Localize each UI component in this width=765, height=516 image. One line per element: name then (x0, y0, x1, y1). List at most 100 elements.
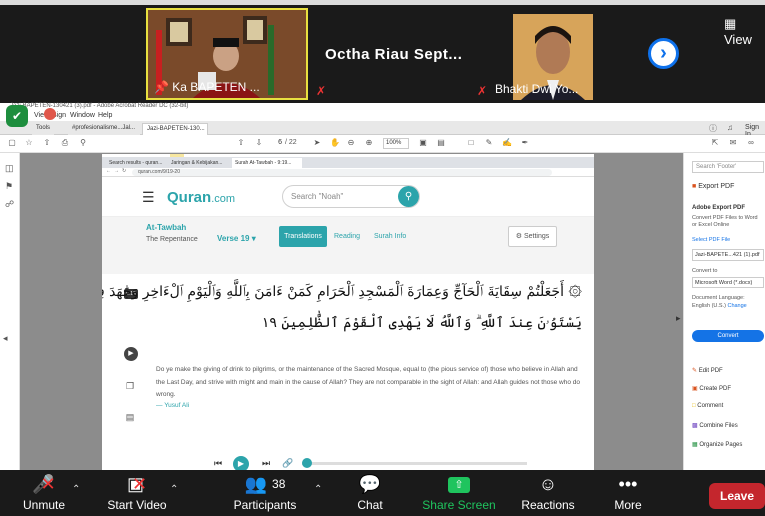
participants-button[interactable]: 👥 38 Participants (230, 470, 300, 516)
scroll-icon[interactable]: ▤ (436, 138, 446, 148)
unmute-button[interactable]: 🎤✕ Unmute (18, 470, 70, 516)
tab-document-2[interactable]: Jazi-BAPETEN-130... (142, 123, 208, 135)
hand-icon[interactable]: ✋ (330, 138, 340, 148)
more-button[interactable]: ••• More (608, 470, 648, 516)
pages-icon[interactable]: ◫ (5, 163, 14, 174)
participant-tile-1[interactable]: 📌 Ka BAPETEN ... ✗ (146, 8, 308, 100)
link-icon[interactable]: ∞ (746, 138, 756, 148)
upload-icon[interactable]: ⇧ (42, 138, 52, 148)
home-icon[interactable]: ▢ (7, 138, 17, 148)
select-file-link[interactable]: Select PDF File (692, 237, 730, 243)
share-icon[interactable]: ⇱ (710, 138, 720, 148)
shield-icon[interactable]: ✔ (6, 105, 28, 127)
search-input[interactable]: Search "Noah" ⚲ (282, 185, 420, 208)
back-icon[interactable]: ← (106, 168, 111, 174)
zoom-select[interactable]: 100% (383, 138, 409, 149)
participant-tile-3[interactable]: ✗ Bhakti Dwi Yo... (473, 8, 598, 100)
file-select[interactable]: Jazi-BAPETE...421 (1).pdf (692, 249, 764, 261)
translator-name[interactable]: — Yusuf Ali (156, 402, 189, 409)
tab-translations[interactable]: Translations (279, 226, 327, 247)
tab-document-1[interactable]: #profesionalisme...Jal... (68, 123, 140, 135)
link-icon[interactable]: 🔗 (282, 458, 293, 469)
next-page-button[interactable]: › (648, 38, 679, 69)
sign-icon[interactable]: ✒ (520, 138, 530, 148)
quran-logo[interactable]: Quran.com (167, 189, 235, 206)
search-icon[interactable]: ⚲ (78, 138, 88, 148)
pen-icon[interactable]: ✎ (484, 138, 494, 148)
video-options-caret[interactable]: ⌃ (170, 484, 178, 495)
doc-language-label: Document Language: (692, 295, 745, 301)
doc-language: English (U.S.) (692, 303, 726, 309)
comment-icon[interactable]: □ (466, 138, 476, 148)
search-icon[interactable]: ⚲ (398, 186, 419, 207)
tool-edit-pdf[interactable]: ✎ Edit PDF (692, 367, 723, 374)
page-number-input[interactable]: 6 (270, 139, 282, 146)
arabic-verse-line-2: يَسْتَوُۥنَ عِندَ ٱللَّهِ ۗ وَٱللَّهُ لَ… (261, 315, 582, 331)
expand-right-icon[interactable]: ▸ (676, 313, 681, 324)
page-up-icon[interactable]: ⇧ (236, 138, 246, 148)
mail-icon[interactable]: ✉ (728, 138, 738, 148)
menu-window[interactable]: Window (70, 112, 95, 119)
menu-help[interactable]: Help (98, 112, 112, 119)
format-select[interactable]: Microsoft Word (*.docx) (692, 277, 764, 288)
participants-options-caret[interactable]: ⌃ (314, 484, 322, 495)
page-down-icon[interactable]: ⇩ (254, 138, 264, 148)
fit-page-icon[interactable]: ▣ (418, 138, 428, 148)
bell-icon[interactable]: ♫ (727, 123, 733, 132)
audio-options-caret[interactable]: ⌃ (72, 484, 80, 495)
tab-reading[interactable]: Reading (334, 233, 360, 240)
forward-icon[interactable]: → (114, 168, 119, 174)
surah-name[interactable]: At-Tawbah (146, 223, 186, 232)
record-icon[interactable] (44, 108, 56, 120)
zoom-in-icon[interactable]: ⊕ (364, 138, 374, 148)
browser-tab[interactable]: Jaringan & Kebijakan... (168, 158, 228, 168)
tools-search-input[interactable]: Search 'Footer' (692, 161, 764, 173)
acrobat-toolbar: ▢ ☆ ⇧ ⎙ ⚲ ⇧ ⇩ 6 / 22 ➤ ✋ ⊖ ⊕ 100% ▣ ▤ □ … (0, 135, 765, 153)
print-icon[interactable]: ⎙ (60, 138, 70, 148)
start-video-button[interactable]: ▣✕ Start Video (104, 470, 170, 516)
attachment-icon[interactable]: ☍ (5, 199, 14, 210)
menu-icon[interactable]: ☰ (142, 189, 155, 206)
tab-surah-info[interactable]: Surah Info (374, 233, 406, 240)
reload-icon[interactable]: ↻ (122, 168, 126, 174)
chat-button[interactable]: 💬 Chat (350, 470, 390, 516)
play-icon[interactable]: ▶ (124, 347, 138, 361)
browser-tab-active[interactable]: Surah At-Tawbah - 9:19... (232, 158, 302, 168)
reactions-button[interactable]: ☺ Reactions (518, 470, 578, 516)
cursor-icon[interactable]: ➤ (312, 138, 322, 148)
audio-progress-track[interactable] (302, 462, 527, 465)
tafsir-icon[interactable]: ▤ (124, 411, 136, 423)
browser-address-bar: ← → ↻ quran.com/9/19-20 (102, 168, 594, 177)
help-icon[interactable]: ⓘ (709, 123, 717, 134)
highlight-icon[interactable]: ✍ (502, 138, 512, 148)
tool-organize-pages[interactable]: ▦ Organize Pages (692, 441, 742, 448)
browser-tab[interactable]: Search results - quran... (106, 158, 164, 168)
pin-icon: 📌 (154, 80, 169, 94)
browser-tab-strip: Search results - quran... Jaringan & Keb… (102, 157, 594, 168)
tool-comment[interactable]: □ Comment (692, 403, 723, 409)
change-language-link[interactable]: Change (727, 303, 746, 309)
convert-button[interactable]: Convert (692, 330, 764, 342)
verse-select[interactable]: Verse 19 ▾ (217, 234, 256, 243)
tab-tools[interactable]: Tools (32, 123, 55, 135)
url-field[interactable]: quran.com/9/19-20 (132, 169, 552, 176)
view-button[interactable]: ▦ View (724, 16, 765, 47)
copy-icon[interactable]: ❐ (124, 380, 136, 392)
settings-button[interactable]: ⚙ Settings (508, 226, 557, 247)
expand-left-icon[interactable]: ◂ (3, 333, 8, 344)
left-navigation-rail: ◫ ⚑ ☍ ◂ (0, 153, 20, 470)
star-icon[interactable]: ☆ (24, 138, 34, 148)
tool-combine-files[interactable]: ▩ Combine Files (692, 422, 738, 429)
tool-create-pdf[interactable]: ▣ Create PDF (692, 385, 731, 392)
zoom-out-icon[interactable]: ⊖ (346, 138, 356, 148)
participant-tile-2[interactable]: Octha Riau Sept... ✗ (313, 8, 470, 100)
leave-button[interactable]: Leave (709, 483, 765, 509)
export-pdf-header[interactable]: ■ Export PDF (692, 183, 734, 190)
next-icon[interactable]: ⏭ (262, 458, 270, 469)
play-button[interactable]: ▶ (233, 456, 249, 470)
share-screen-button[interactable]: ⇧ Share Screen (420, 470, 498, 516)
previous-icon[interactable]: ⏮ (214, 458, 222, 469)
surah-subtitle: The Repentance (146, 236, 198, 243)
audio-progress-handle[interactable] (302, 458, 312, 468)
bookmark-icon[interactable]: ⚑ (5, 181, 13, 192)
